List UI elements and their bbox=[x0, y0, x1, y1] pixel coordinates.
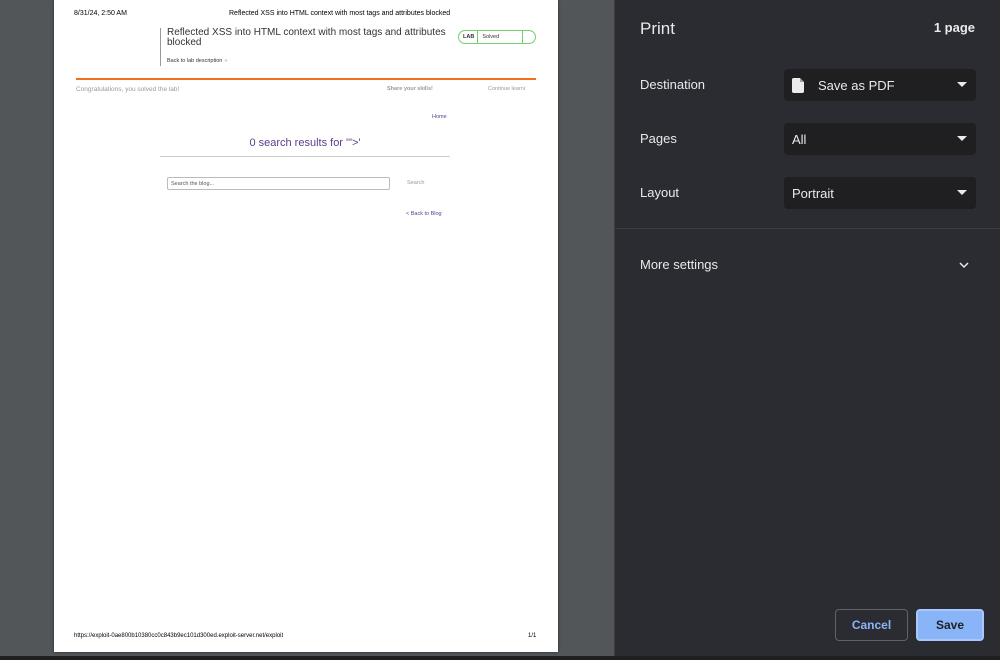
share-skills-text: Share your skills! bbox=[387, 86, 433, 92]
page-footer-url: https://exploit-0ae800b10380cc0c843b9ec1… bbox=[74, 633, 284, 639]
destination-select[interactable]: Save as PDF bbox=[784, 69, 976, 101]
page-header-title: Reflected XSS into HTML context with mos… bbox=[229, 10, 451, 17]
blog-search-input: Search the blog... bbox=[167, 177, 390, 190]
dropdown-caret-icon bbox=[957, 190, 967, 195]
panel-title: Print bbox=[640, 19, 675, 38]
home-link: Home bbox=[432, 114, 447, 120]
document-icon bbox=[792, 77, 804, 93]
chevron-down-icon[interactable] bbox=[958, 259, 970, 271]
continue-learning-link: Continue learni bbox=[488, 86, 525, 92]
lab-title-divider bbox=[160, 28, 161, 66]
pages-value: All bbox=[792, 131, 807, 147]
layout-select[interactable]: Portrait bbox=[784, 177, 976, 209]
search-results-heading: 0 search results for '">' bbox=[249, 137, 361, 149]
page-header-date: 8/31/24, 2:50 AM bbox=[74, 10, 127, 17]
destination-label: Destination bbox=[640, 77, 706, 92]
page-count: 1 page bbox=[933, 20, 975, 35]
results-divider bbox=[160, 156, 450, 157]
lab-status-badge: LAB Solved bbox=[458, 30, 536, 44]
cancel-button[interactable]: Cancel bbox=[835, 609, 908, 641]
lab-banner-divider bbox=[76, 78, 536, 80]
congratulations-text: Congratulations, you solved the lab! bbox=[76, 86, 180, 93]
print-preview-area: 8/31/24, 2:50 AM Reflected XSS into HTML… bbox=[0, 0, 614, 660]
lab-title: Reflected XSS into HTML context with mos… bbox=[167, 27, 446, 48]
dropdown-caret-icon bbox=[957, 136, 967, 141]
badge-status-label: Solved bbox=[478, 31, 523, 43]
more-settings-toggle[interactable]: More settings bbox=[640, 257, 718, 272]
bottom-edge bbox=[0, 656, 1000, 660]
layout-value: Portrait bbox=[792, 185, 834, 201]
pages-label: Pages bbox=[640, 131, 677, 146]
save-button[interactable]: Save bbox=[916, 609, 984, 641]
print-settings-panel: Print 1 page Destination Save as PDF Pag… bbox=[614, 0, 1000, 660]
back-to-blog-link: < Back to Blog bbox=[406, 211, 442, 217]
back-link-label: Back to lab description bbox=[167, 58, 223, 64]
back-to-lab-description-link: Back to lab description» bbox=[167, 58, 227, 64]
settings-divider bbox=[615, 228, 1000, 229]
badge-lab-label: LAB bbox=[459, 31, 479, 43]
preview-page: 8/31/24, 2:50 AM Reflected XSS into HTML… bbox=[54, 0, 558, 652]
destination-value: Save as PDF bbox=[818, 77, 895, 93]
page-footer-number: 1/1 bbox=[528, 633, 537, 639]
layout-label: Layout bbox=[640, 185, 680, 200]
pages-select[interactable]: All bbox=[784, 123, 976, 155]
search-button: Search bbox=[407, 180, 425, 186]
dropdown-caret-icon bbox=[957, 82, 967, 87]
chevron-right-icon: » bbox=[224, 58, 228, 64]
